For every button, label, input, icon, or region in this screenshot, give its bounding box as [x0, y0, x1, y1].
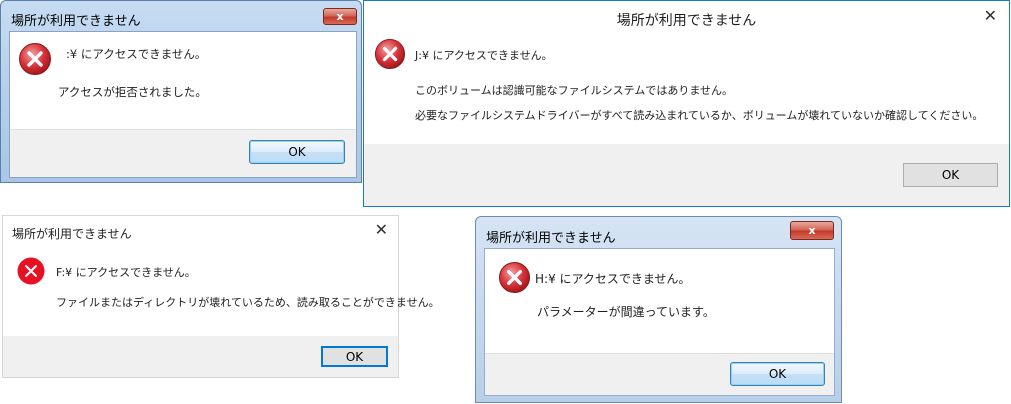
dialog-title: 場所が利用できません	[11, 14, 141, 29]
dialog-content: :¥ にアクセスできません。 アクセスが拒否されました。 OK	[9, 31, 357, 178]
close-icon: x	[336, 10, 344, 23]
dialog-title: 場所が利用できません	[12, 227, 132, 241]
dialog-access-denied: 場所が利用できません x :¥ にアクセスできません。 アクセスが拒否されました…	[0, 0, 362, 183]
message-detail: アクセスが拒否されました。	[58, 85, 207, 99]
dialog-unrecognized-filesystem: 場所が利用できません ✕ J:¥ にアクセスできません。 このボリュームは認識可…	[363, 0, 1010, 207]
message-detail-2: 必要なファイルシステムドライバーがすべて読み込まれているか、ボリュームが壊れてい…	[415, 109, 984, 122]
message-detail-1: このボリュームは認識可能なファイルシステムではありません。	[415, 84, 734, 97]
message-main: J:¥ にアクセスできません。	[415, 49, 553, 62]
message-main: :¥ にアクセスできません。	[66, 47, 207, 61]
close-icon[interactable]: ✕	[984, 6, 997, 25]
close-icon[interactable]: ✕	[375, 220, 388, 239]
button-bar: OK	[485, 353, 834, 395]
close-button[interactable]: x	[790, 221, 834, 240]
error-icon	[498, 261, 531, 294]
ok-button[interactable]: OK	[730, 362, 825, 386]
error-icon	[374, 38, 406, 70]
ok-button[interactable]: OK	[321, 346, 388, 367]
message-detail: パラメーターが間違っています。	[537, 305, 715, 319]
ok-button[interactable]: OK	[903, 163, 998, 187]
error-icon	[17, 257, 45, 285]
dialog-content: H:¥ にアクセスできません。 パラメーターが間違っています。 OK	[484, 248, 835, 396]
button-bar: OK	[364, 144, 1009, 206]
close-button[interactable]: x	[323, 8, 357, 25]
dialog-title: 場所が利用できません	[616, 13, 757, 29]
message-main: H:¥ にアクセスできません。	[535, 272, 691, 286]
dialog-corrupted-directory: 場所が利用できません ✕ F:¥ にアクセスできません。 ファイルまたはディレク…	[2, 215, 440, 378]
message-detail: ファイルまたはディレクトリが壊れているため、読み取ることができません。	[56, 296, 440, 309]
ok-button[interactable]: OK	[249, 140, 345, 164]
close-icon: x	[808, 224, 816, 237]
dialog-title: 場所が利用できません	[486, 231, 616, 246]
error-icon	[19, 43, 51, 75]
dialog-wrong-parameter: 場所が利用できません x H:¥ にアクセスできません。 パラメーターが間違って…	[475, 216, 842, 403]
button-bar: OK	[10, 129, 356, 177]
button-bar: OK	[3, 336, 398, 377]
message-main: F:¥ にアクセスできません。	[56, 266, 196, 279]
